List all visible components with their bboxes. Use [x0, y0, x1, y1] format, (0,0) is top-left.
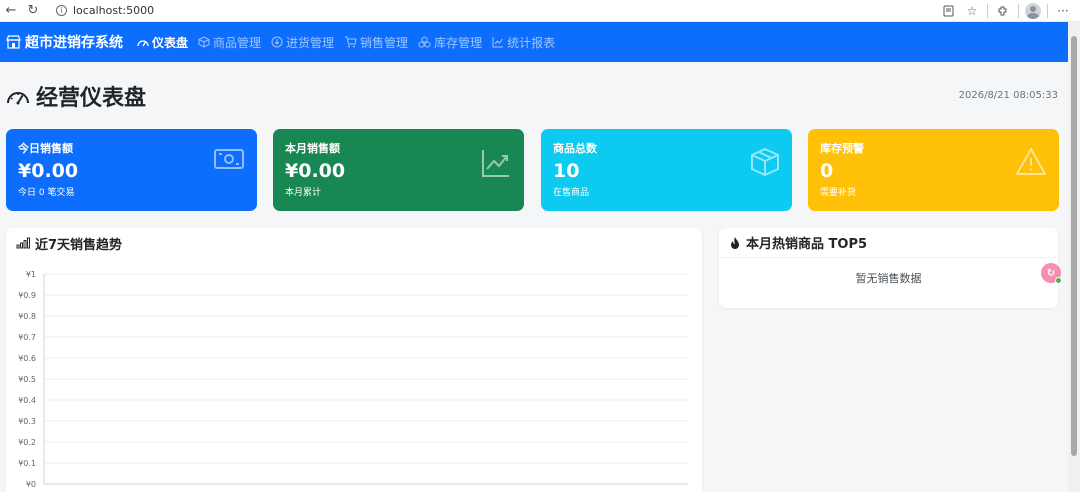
- divider: [987, 4, 988, 18]
- nav-item-label: 商品管理: [213, 35, 262, 50]
- nav-item-inventory[interactable]: 库存管理: [418, 34, 482, 51]
- card-title: 库存预警: [820, 142, 864, 155]
- nav-item-sales[interactable]: 销售管理: [344, 34, 408, 51]
- back-arrow-icon[interactable]: ←: [0, 0, 22, 22]
- nav-item-label: 仪表盘: [152, 35, 189, 50]
- y-tick-label: ¥0.1: [18, 459, 36, 468]
- nav-item-products[interactable]: 商品管理: [198, 34, 261, 51]
- nav-item-label: 销售管理: [360, 35, 409, 50]
- y-tick-label: ¥0: [26, 480, 36, 489]
- y-tick-label: ¥1: [26, 270, 36, 279]
- stat-card-stock-alert: 库存预警 0 需要补货: [808, 129, 1059, 211]
- empty-state-message: 暂无销售数据: [855, 272, 922, 285]
- top-navbar: 超市进销存系统 仪表盘 商品管理 进货管理 销售管理 库存管理 统计报表: [0, 22, 1068, 62]
- info-icon[interactable]: i: [56, 4, 67, 16]
- page-scrollbar[interactable]: [1068, 22, 1080, 492]
- card-title: 本月销售额: [285, 142, 340, 155]
- fire-icon: [731, 236, 739, 249]
- boxes-icon: [418, 36, 431, 48]
- gauge-icon: [7, 92, 29, 105]
- sales-trend-panel: 近7天销售趋势 ¥0 ¥0.1 ¥0.2 ¥0.3 ¥0.4 ¥0.5 ¥0.6 ¥0.7 ¥0…: [6, 228, 702, 492]
- divider: [1018, 4, 1019, 18]
- floating-assistant-icon[interactable]: ↻: [1041, 263, 1062, 284]
- address-bar[interactable]: i localhost:5000: [48, 1, 948, 19]
- translate-icon: ↻: [1046, 267, 1056, 279]
- card-subtitle: 今日 0 笔交易: [18, 188, 75, 198]
- top-products-panel: 本月热销商品 TOP5 暂无销售数据: [719, 228, 1058, 308]
- nav-item-label: 统计报表: [507, 35, 556, 50]
- stat-card-today-sales: 今日销售额 ¥0.00 今日 0 笔交易: [6, 129, 257, 211]
- more-menu-icon[interactable]: ···: [1054, 2, 1072, 20]
- y-tick-label: ¥0.6: [18, 354, 36, 363]
- card-subtitle: 本月累计: [285, 188, 322, 198]
- panel-header: 近7天销售趋势: [6, 228, 702, 258]
- download-circle-icon: [271, 36, 283, 48]
- star-icon[interactable]: ☆: [963, 2, 981, 20]
- brand-name: 超市进销存系统: [25, 35, 123, 51]
- current-datetime: 2026/8/21 08:05:33: [958, 90, 1058, 101]
- y-tick-label: ¥0.8: [18, 312, 36, 321]
- panel-title: 本月热销商品 TOP5: [746, 237, 868, 252]
- nav-item-purchase[interactable]: 进货管理: [271, 34, 334, 51]
- page-title-text: 经营仪表盘: [36, 86, 147, 111]
- warning-icon: [1015, 147, 1047, 181]
- url-text: localhost:5000: [73, 3, 155, 17]
- trend-icon: [480, 147, 512, 183]
- y-tick-label: ¥0.5: [18, 375, 36, 384]
- browser-actions: ☆ ···: [939, 0, 1080, 22]
- panel-header: 本月热销商品 TOP5: [719, 228, 1058, 258]
- card-value: 0: [820, 160, 834, 182]
- y-tick-label: ¥0.3: [18, 417, 36, 426]
- y-tick-label: ¥0.2: [18, 438, 36, 447]
- profile-avatar[interactable]: [1025, 3, 1041, 19]
- card-value: ¥0.00: [18, 160, 79, 182]
- card-subtitle: 需要补货: [820, 188, 857, 198]
- gauge-icon: [137, 40, 149, 47]
- divider: [1047, 4, 1048, 18]
- card-title: 商品总数: [553, 142, 597, 155]
- card-title: 今日销售额: [18, 142, 73, 155]
- reader-mode-icon[interactable]: [939, 2, 957, 20]
- y-tick-label: ¥0.7: [18, 333, 36, 342]
- nav-item-label: 进货管理: [286, 35, 335, 50]
- y-tick-label: ¥0.9: [18, 291, 36, 300]
- stat-card-product-count: 商品总数 10 在售商品: [541, 129, 792, 211]
- y-tick-label: ¥0.4: [18, 396, 36, 405]
- stat-card-month-sales: 本月销售额 ¥0.00 本月累计: [273, 129, 524, 211]
- card-subtitle: 在售商品: [553, 188, 590, 198]
- graph-icon: [492, 37, 504, 48]
- bar-chart-icon: [16, 237, 30, 249]
- page-title: 经营仪表盘: [6, 80, 146, 112]
- reload-icon[interactable]: ↻: [22, 0, 44, 22]
- nav-item-label: 库存管理: [434, 35, 483, 50]
- nav-item-reports[interactable]: 统计报表: [492, 34, 555, 51]
- nav-item-dashboard[interactable]: 仪表盘: [137, 34, 188, 51]
- shop-icon: [6, 35, 21, 49]
- cash-icon: [213, 147, 245, 175]
- sales-trend-chart: ¥0 ¥0.1 ¥0.2 ¥0.3 ¥0.4 ¥0.5 ¥0.6 ¥0.7 ¥0.8 ¥0.9 ¥1: [18, 270, 688, 489]
- box-icon: [750, 147, 780, 181]
- card-value: 10: [553, 160, 580, 182]
- panel-title: 近7天销售趋势: [35, 237, 123, 253]
- extension-icon[interactable]: [994, 2, 1012, 20]
- cart-icon: [345, 36, 357, 48]
- browser-toolbar: ← ↻ i localhost:5000 ☆ ···: [0, 0, 1080, 22]
- scrollbar-thumb[interactable]: [1071, 36, 1077, 456]
- status-dot: [1055, 277, 1062, 284]
- brand[interactable]: 超市进销存系统: [6, 32, 123, 52]
- card-value: ¥0.00: [285, 160, 346, 182]
- box-icon: [198, 36, 210, 48]
